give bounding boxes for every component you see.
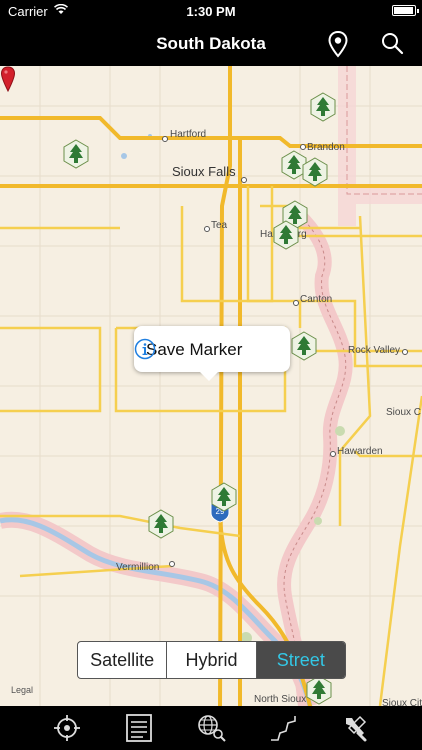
- save-marker-callout[interactable]: Save Marker: [134, 326, 290, 381]
- map-type-segmented-control[interactable]: Satellite Hybrid Street: [77, 641, 346, 679]
- city-label-hawarden: Hawarden: [337, 446, 383, 457]
- city-label-hartford: Hartford: [170, 129, 207, 140]
- search-icon[interactable]: [376, 28, 408, 60]
- city-label-canton: Canton: [300, 294, 333, 305]
- tools-icon[interactable]: [340, 713, 370, 743]
- park-marker-icon[interactable]: [63, 139, 89, 169]
- city-label-north-sioux: North Sioux: [254, 694, 307, 705]
- city-label-rock-valley: Rock Valley: [348, 345, 401, 356]
- city-label-sioux-city: Sioux Cit: [382, 698, 422, 706]
- city-dot-tea: [204, 226, 210, 232]
- locate-icon[interactable]: [52, 713, 82, 743]
- globe-search-icon[interactable]: [196, 713, 226, 743]
- status-bar: Carrier 1:30 PM: [0, 0, 422, 22]
- city-label-brandon: Brandon: [307, 142, 345, 153]
- city-label-vermillion: Vermillion: [116, 562, 160, 573]
- park-marker-icon[interactable]: [306, 675, 332, 705]
- city-dot-rock-valley: [402, 349, 408, 355]
- city-dot-hawarden: [330, 451, 336, 457]
- info-icon[interactable]: [134, 338, 156, 360]
- map-type-hybrid[interactable]: Hybrid: [167, 642, 257, 678]
- bottom-toolbar: [0, 706, 422, 750]
- city-dot-hartford: [162, 136, 168, 142]
- route-icon[interactable]: [268, 713, 298, 743]
- page-title: South Dakota: [156, 34, 266, 53]
- park-marker-icon[interactable]: [310, 92, 336, 122]
- city-label-sioux-falls: Sioux Falls: [172, 164, 236, 179]
- legal-link[interactable]: Legal: [11, 685, 33, 695]
- park-marker-icon[interactable]: [291, 331, 317, 361]
- city-label-tea: Tea: [211, 220, 228, 231]
- navigation-bar: South Dakota: [0, 22, 422, 66]
- location-pin-icon[interactable]: [322, 28, 354, 60]
- status-time: 1:30 PM: [186, 4, 236, 19]
- park-marker-icon[interactable]: [273, 220, 299, 250]
- park-marker-icon[interactable]: [148, 509, 174, 539]
- map-type-street[interactable]: Street: [256, 642, 345, 678]
- map-type-satellite[interactable]: Satellite: [78, 642, 168, 678]
- dropped-pin-icon[interactable]: [0, 66, 16, 92]
- battery-icon: [392, 5, 419, 16]
- city-label-sioux-center: Sioux C: [386, 407, 422, 418]
- city-dot-canton: [293, 300, 299, 306]
- park-marker-icon[interactable]: [302, 157, 328, 187]
- map-view[interactable]: 29 Hartford Brandon Sioux Falls Tea Harr…: [0, 66, 422, 706]
- city-dot-sioux-falls: [241, 177, 247, 183]
- list-icon[interactable]: [124, 713, 154, 743]
- park-marker-icon[interactable]: [211, 482, 237, 512]
- city-dot-vermillion: [169, 561, 175, 567]
- save-marker-label: Save Marker: [146, 340, 243, 359]
